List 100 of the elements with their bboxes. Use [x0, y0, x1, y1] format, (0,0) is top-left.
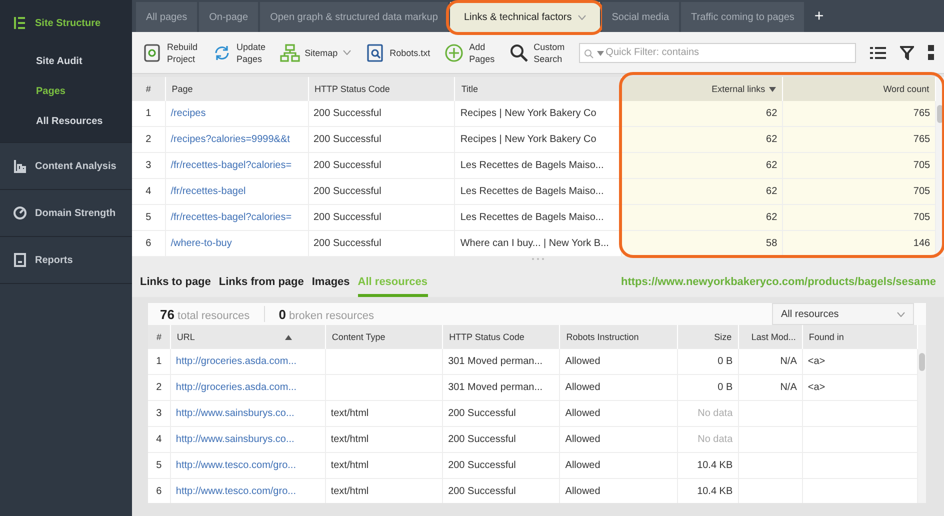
sidebar-item[interactable]: All Resources	[0, 106, 132, 136]
caret-icon	[596, 51, 604, 56]
column-header[interactable]: Page	[165, 77, 308, 101]
column-header[interactable]: URL	[170, 325, 326, 349]
table-cell: N/A	[780, 382, 797, 393]
column-header[interactable]: Size	[677, 325, 738, 349]
table-cell: 301 Moved perman...	[448, 382, 543, 393]
chevron-down-icon	[578, 14, 586, 20]
url-link[interactable]: /where-to-buy	[170, 238, 232, 249]
table-cell: 200 Successful	[448, 460, 516, 471]
url-link[interactable]: /recipes	[170, 108, 206, 119]
table-cell: 2	[156, 382, 162, 393]
table-cell: Recipes | New York Bakery Co	[460, 134, 596, 145]
column-header[interactable]: Robots Instruction	[560, 325, 677, 349]
chevron-down-icon	[342, 50, 351, 55]
refresh-document-icon	[142, 42, 162, 62]
column-header[interactable]: #	[148, 325, 170, 349]
table-cell: Allowed	[565, 382, 600, 393]
table-cell: text/html	[330, 408, 369, 419]
table-cell: 4	[146, 186, 152, 197]
table-cell: 4	[156, 434, 162, 445]
column-header[interactable]: #	[132, 77, 166, 101]
table-cell: 62	[766, 108, 778, 119]
table-cell: 5	[146, 212, 152, 223]
toolbar-button[interactable]: Update Pages	[212, 40, 266, 64]
table-cell: 200 Successful	[314, 238, 382, 249]
table-cell: 301 Moved perman...	[448, 356, 543, 367]
url-link[interactable]: /fr/recettes-bagel?calories=	[170, 212, 292, 223]
filter-icon[interactable]	[900, 46, 914, 60]
toolbar-button[interactable]: Robots.txt	[364, 42, 430, 62]
chevron-down-icon	[897, 312, 905, 316]
table-cell: 10.4 KB	[697, 486, 733, 497]
toolbar-button[interactable]: Sitemap	[280, 42, 351, 62]
table-cell: 3	[156, 408, 162, 419]
table-cell: 6	[156, 486, 162, 497]
url-link[interactable]: http://groceries.asda.com...	[176, 382, 297, 393]
column-header[interactable]: Word count	[782, 77, 936, 101]
table-cell: Allowed	[565, 460, 600, 471]
column-header[interactable]: Last Mod...	[738, 325, 802, 349]
tab[interactable]: Links to page	[140, 267, 211, 297]
column-header[interactable]: HTTP Status Code	[442, 325, 560, 349]
table-cell: Les Recettes de Bagels Maiso...	[460, 160, 604, 171]
tab[interactable]: Links from page	[218, 267, 304, 297]
table-cell: 62	[766, 134, 778, 145]
scrollbar[interactable]	[918, 325, 926, 503]
table-cell: 5	[156, 460, 162, 471]
column-header[interactable]: External links	[622, 77, 783, 101]
more-icon[interactable]	[928, 44, 934, 60]
toolbar-button[interactable]: Rebuild Project	[142, 40, 198, 64]
page-url: https://www.newyorkbakeryco.com/products/bagels/sesame	[620, 276, 936, 288]
sidebar-item[interactable]: Site Audit	[0, 46, 132, 76]
table-cell: 146	[913, 238, 930, 249]
table-cell: 705	[913, 186, 930, 197]
url-link[interactable]: http://www.sainsburys.co...	[176, 434, 294, 445]
splitter-handle-icon[interactable]	[531, 257, 545, 261]
table-cell: 200 Successful	[448, 434, 516, 445]
table-cell: Les Recettes de Bagels Maiso...	[460, 186, 604, 197]
url-link[interactable]: http://www.tesco.com/gro...	[176, 460, 296, 471]
column-header[interactable]: Found in	[802, 325, 918, 349]
sidebar-item[interactable]: Domain Strength	[0, 190, 132, 236]
list-icon[interactable]	[870, 46, 886, 60]
table-cell: <a>	[808, 356, 826, 367]
resource-type-dropdown[interactable]: All resources	[772, 303, 914, 325]
url-link[interactable]: http://www.tesco.com/gro...	[176, 486, 296, 497]
add-tab-button[interactable]: +	[806, 2, 832, 32]
sidebar-item[interactable]: Content Analysis	[0, 143, 132, 189]
sidebar-item[interactable]: Site Structure	[0, 0, 132, 46]
table-cell: 200 Successful	[314, 134, 382, 145]
table-cell: text/html	[330, 460, 369, 471]
url-link[interactable]: http://groceries.asda.com...	[176, 356, 297, 367]
table-cell: 0 B	[718, 356, 733, 367]
url-link[interactable]: /recipes?calories=9999&&t	[170, 134, 290, 145]
sidebar-item[interactable]: Pages	[0, 76, 132, 106]
table-cell: 200 Successful	[448, 408, 516, 419]
column-header[interactable]: Content Type	[325, 325, 443, 349]
toolbar-button[interactable]: Add Pages	[444, 40, 495, 64]
toolbar-button[interactable]: Custom Search	[508, 40, 565, 64]
quick-filter-field[interactable]: Quick Filter: contains	[578, 42, 856, 62]
url-link[interactable]: /fr/recettes-bagel	[170, 186, 246, 197]
column-header[interactable]: Title	[454, 77, 622, 101]
resource-count: 76 total resources	[160, 306, 250, 322]
search-icon	[584, 48, 594, 58]
tab[interactable]: Images	[312, 267, 350, 297]
table-cell: 200 Successful	[448, 486, 516, 497]
column-header[interactable]: HTTP Status Code	[308, 77, 455, 101]
hierarchy-icon	[13, 16, 27, 30]
table-cell: No data	[698, 434, 733, 445]
table-cell: Recipes | New York Bakery Co	[460, 108, 596, 119]
table-cell: 1	[156, 356, 162, 367]
table-cell: <a>	[808, 382, 826, 393]
table-cell: Les Recettes de Bagels Maiso...	[460, 212, 604, 223]
magnifier-document-icon	[364, 42, 385, 62]
sidebar-item[interactable]: Reports	[0, 237, 132, 283]
search-icon	[508, 42, 529, 62]
url-link[interactable]: http://www.sainsburys.co...	[176, 408, 294, 419]
table-cell: No data	[698, 408, 733, 419]
url-link[interactable]: /fr/recettes-bagel?calories=	[170, 160, 292, 171]
table-cell: Allowed	[565, 434, 600, 445]
sitemap-icon	[280, 42, 300, 62]
table-cell: 200 Successful	[314, 108, 382, 119]
